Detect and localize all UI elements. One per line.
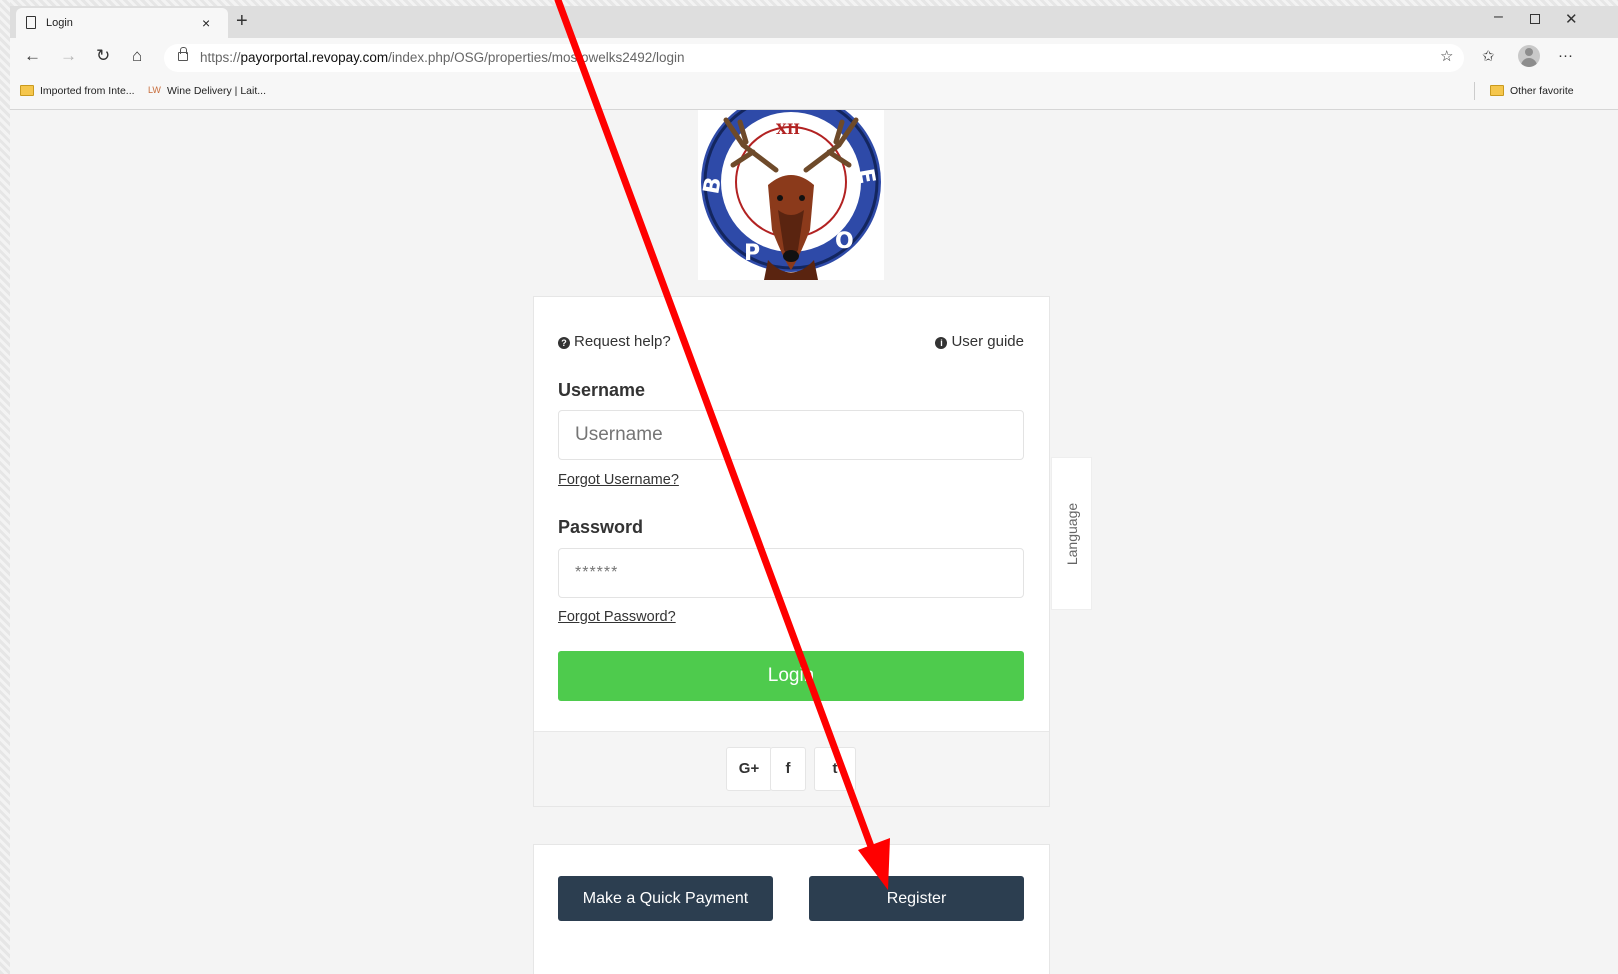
browser-tab-login[interactable]: Login ×	[16, 8, 228, 38]
favorites-icon[interactable]: ✩	[1482, 47, 1495, 65]
folder-icon	[1490, 85, 1504, 96]
info-circle-icon: i	[935, 337, 948, 349]
tab-close-icon[interactable]: ×	[202, 8, 210, 38]
register-button[interactable]: Register	[809, 876, 1024, 921]
lw-icon: LW	[148, 85, 161, 95]
minimize-icon[interactable]: –	[1494, 8, 1503, 26]
forgot-password-link[interactable]: Forgot Password?	[558, 609, 676, 625]
request-help-link[interactable]: ? Request help?	[558, 333, 671, 350]
add-favorite-icon[interactable]: ☆	[1440, 47, 1453, 65]
username-input[interactable]	[558, 410, 1024, 460]
back-icon[interactable]: ←	[24, 46, 41, 66]
forward-icon[interactable]: →	[60, 46, 77, 66]
user-guide-link[interactable]: i User guide	[935, 333, 1024, 350]
elks-emblem-image: B P O E XII	[699, 110, 881, 280]
user-guide-label: User guide	[951, 333, 1024, 350]
url-text: https://payorportal.revopay.com/index.ph…	[200, 50, 685, 65]
google-plus-icon[interactable]: G+	[726, 747, 772, 791]
request-help-label: Request help?	[574, 333, 671, 350]
password-input[interactable]	[558, 548, 1024, 598]
question-circle-icon: ?	[558, 337, 570, 349]
language-tab[interactable]: Language	[1051, 457, 1092, 610]
other-favorites[interactable]: Other favorite	[1510, 85, 1574, 97]
elks-logo: B P O E XII	[698, 110, 884, 280]
quick-payment-button[interactable]: Make a Quick Payment	[558, 876, 773, 921]
tab-bar: Login × + – ✕	[10, 6, 1618, 38]
twitter-icon[interactable]: t	[814, 747, 856, 791]
restore-icon[interactable]	[1530, 14, 1540, 24]
address-row: ← → ↻ ⌂ https://payorportal.revopay.com/…	[10, 40, 1618, 76]
login-card: ? Request help? iUser guide Username Forg…	[533, 296, 1050, 807]
favorites-divider	[1474, 82, 1475, 100]
action-card: Make a Quick Payment Register	[533, 844, 1050, 974]
favorite-wine-delivery[interactable]: Wine Delivery | Lait...	[167, 85, 266, 97]
address-bar[interactable]: https://payorportal.revopay.com/index.ph…	[164, 44, 1464, 72]
svg-text:P: P	[744, 241, 760, 266]
window-close-icon[interactable]: ✕	[1565, 10, 1578, 28]
profile-avatar[interactable]	[1518, 45, 1540, 67]
refresh-icon[interactable]: ↻	[96, 46, 110, 66]
social-login-area: G+ f t	[534, 731, 1049, 806]
more-icon[interactable]: ···	[1558, 47, 1573, 64]
password-label: Password	[558, 517, 644, 537]
svg-text:XII: XII	[776, 122, 800, 138]
home-icon[interactable]: ⌂	[132, 46, 142, 66]
new-tab-icon[interactable]: +	[236, 9, 248, 33]
folder-icon	[20, 85, 34, 96]
browser-chrome: Login × + – ✕ ← → ↻ ⌂ https://payorporta…	[10, 6, 1618, 110]
page-icon	[26, 16, 36, 29]
favorite-imported[interactable]: Imported from Inte...	[40, 85, 135, 97]
language-label: Language	[1063, 502, 1080, 565]
lock-icon	[178, 47, 188, 61]
tab-title: Login	[46, 17, 73, 29]
username-label: Username	[558, 380, 646, 400]
forgot-username-link[interactable]: Forgot Username?	[558, 472, 679, 488]
page-border-decoration	[0, 0, 10, 974]
login-button[interactable]: Login	[558, 651, 1024, 701]
favorites-bar: Imported from Inte... LW Wine Delivery |…	[10, 78, 1618, 106]
facebook-icon[interactable]: f	[770, 747, 806, 791]
svg-text:O: O	[835, 229, 854, 254]
